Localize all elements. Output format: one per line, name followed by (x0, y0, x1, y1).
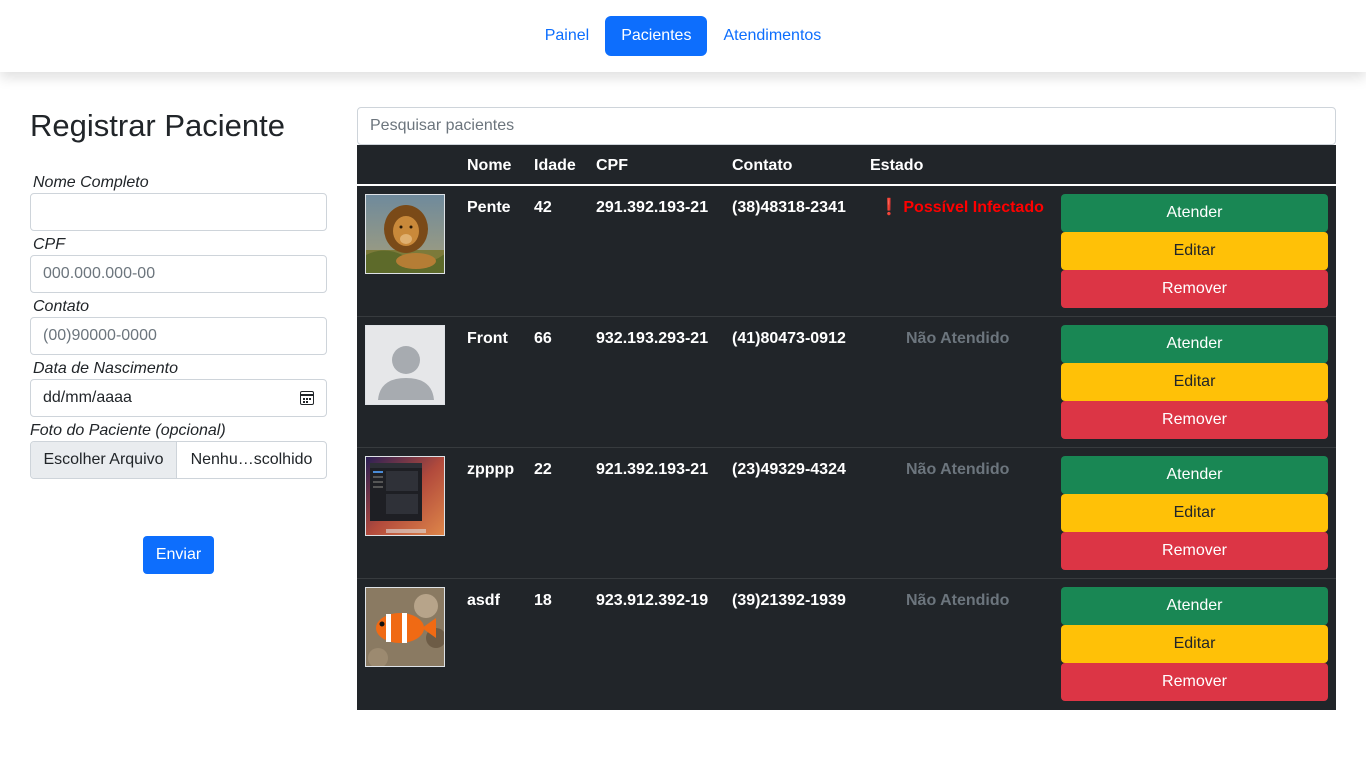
edit-button[interactable]: Editar (1061, 363, 1328, 401)
attend-button[interactable]: Atender (1061, 456, 1328, 494)
attend-button[interactable]: Atender (1061, 587, 1328, 625)
remove-button[interactable]: Remover (1061, 270, 1328, 308)
cpf-label: CPF (33, 236, 65, 253)
search-patients-input[interactable] (357, 107, 1336, 145)
calendar-icon[interactable] (300, 391, 314, 405)
patient-name: zpppp (467, 461, 515, 478)
patient-cpf: 291.392.193-21 (596, 199, 709, 216)
submit-button[interactable]: Enviar (143, 536, 214, 574)
patient-age: 42 (534, 199, 552, 216)
patient-name: asdf (467, 592, 500, 609)
header-cpf: CPF (596, 157, 628, 174)
nav-painel[interactable]: Painel (529, 16, 605, 56)
attend-button[interactable]: Atender (1061, 194, 1328, 232)
row-actions: Atender Editar Remover (1061, 194, 1328, 308)
remove-button[interactable]: Remover (1061, 401, 1328, 439)
patient-state-badge: Não Atendido (906, 461, 1010, 478)
attend-button[interactable]: Atender (1061, 325, 1328, 363)
header-contact: Contato (732, 157, 793, 174)
edit-button[interactable]: Editar (1061, 494, 1328, 532)
photo-file-input[interactable]: Escolher Arquivo Nenhu…scolhido (30, 441, 327, 479)
birthdate-label: Data de Nascimento (33, 360, 178, 377)
choose-file-button[interactable]: Escolher Arquivo (31, 442, 177, 478)
patient-state-badge: Não Atendido (906, 592, 1010, 609)
patient-age: 66 (534, 330, 552, 347)
patient-name: Front (467, 330, 508, 347)
patients-table: Nome Idade CPF Contato Estado Pente 42 2… (357, 145, 1336, 710)
patient-state-badge: ❗ Possível Infectado (879, 199, 1044, 216)
birthdate-value: dd/mm/aaaa (43, 389, 132, 406)
form-title: Registrar Paciente (30, 108, 286, 143)
patient-photo-lion (365, 194, 445, 274)
file-name-text: Nenhu…scolhido (190, 451, 313, 468)
cpf-input[interactable] (30, 255, 327, 293)
header-state: Estado (870, 157, 924, 174)
birthdate-input[interactable]: dd/mm/aaaa (30, 379, 327, 417)
remove-button[interactable]: Remover (1061, 532, 1328, 570)
patient-contact: (41)80473-0912 (732, 330, 846, 347)
patient-state-badge: Não Atendido (906, 330, 1010, 347)
edit-button[interactable]: Editar (1061, 232, 1328, 270)
table-row: Pente 42 291.392.193-21 (38)48318-2341 ❗… (357, 186, 1336, 317)
patient-age: 22 (534, 461, 552, 478)
table-row: Front 66 932.193.293-21 (41)80473-0912 N… (357, 317, 1336, 448)
patient-contact: (38)48318-2341 (732, 199, 846, 216)
nav-atendimentos[interactable]: Atendimentos (707, 16, 837, 56)
patient-contact: (39)21392-1939 (732, 592, 846, 609)
contact-input[interactable] (30, 317, 327, 355)
table-row: zpppp 22 921.392.193-21 (23)49329-4324 N… (357, 448, 1336, 579)
name-input[interactable] (30, 193, 327, 231)
contact-label: Contato (33, 298, 90, 315)
table-header: Nome Idade CPF Contato Estado (357, 145, 1336, 186)
name-label: Nome Completo (33, 174, 149, 191)
patient-contact: (23)49329-4324 (732, 461, 846, 478)
remove-button[interactable]: Remover (1061, 663, 1328, 701)
row-actions: Atender Editar Remover (1061, 325, 1328, 439)
patient-photo-default-avatar (365, 325, 445, 405)
patient-photo-clownfish (365, 587, 445, 667)
edit-button[interactable]: Editar (1061, 625, 1328, 663)
table-row: asdf 18 923.912.392-19 (39)21392-1939 Nã… (357, 579, 1336, 710)
patient-photo-desktop-screenshot (365, 456, 445, 536)
top-navbar: Painel Pacientes Atendimentos (0, 0, 1366, 72)
row-actions: Atender Editar Remover (1061, 587, 1328, 701)
patient-age: 18 (534, 592, 552, 609)
header-age: Idade (534, 157, 576, 174)
patient-cpf: 932.193.293-21 (596, 330, 709, 347)
patient-cpf: 923.912.392-19 (596, 592, 709, 609)
photo-label: Foto do Paciente (opcional) (30, 422, 226, 439)
header-name: Nome (467, 157, 512, 174)
row-actions: Atender Editar Remover (1061, 456, 1328, 570)
patient-cpf: 921.392.193-21 (596, 461, 709, 478)
patient-name: Pente (467, 199, 511, 216)
register-patient-form: Registrar Paciente Nome Completo CPF Con… (30, 107, 327, 574)
nav-pacientes[interactable]: Pacientes (605, 16, 708, 56)
